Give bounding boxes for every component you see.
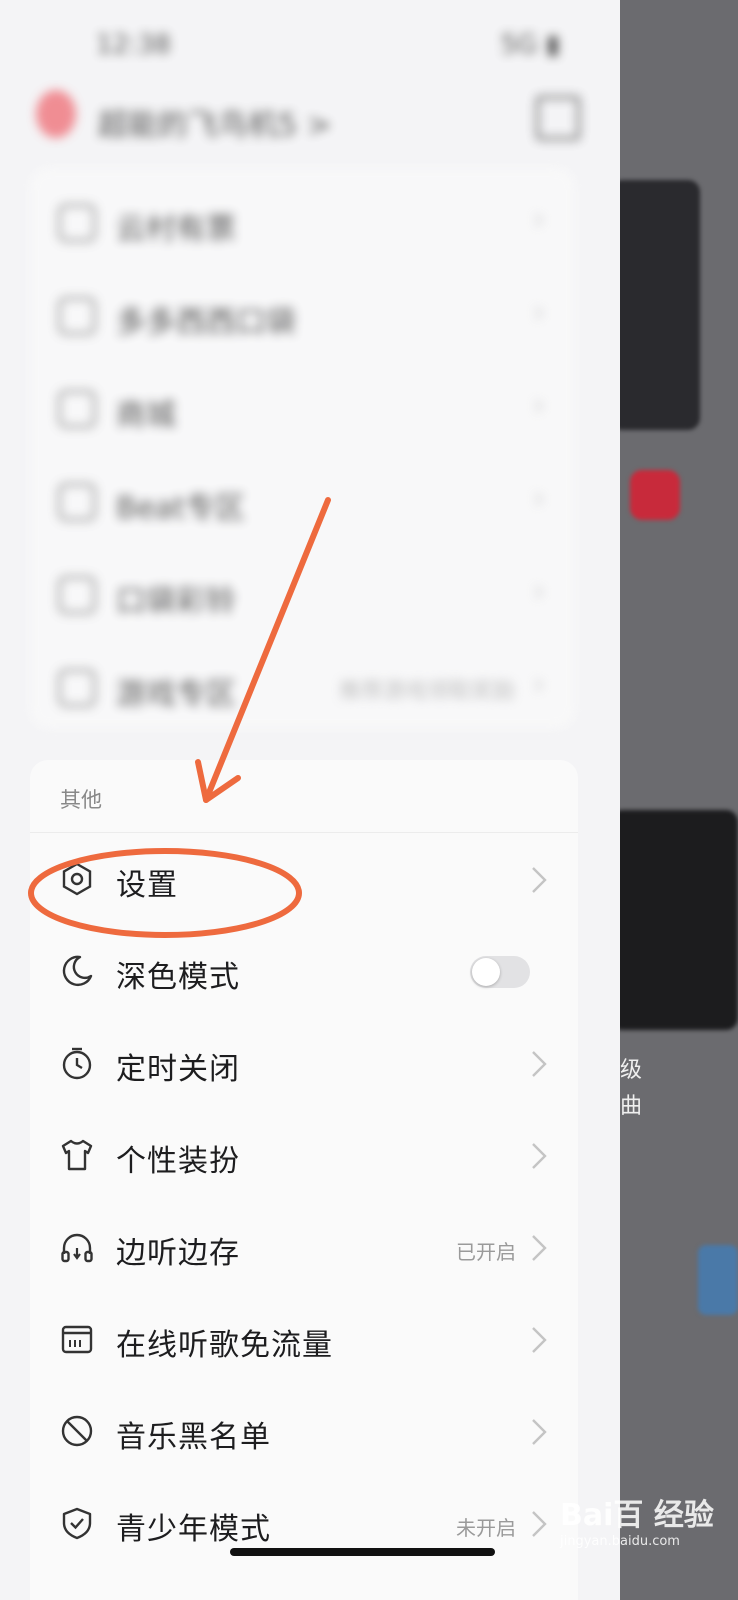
menu-item-label: 定时关闭 xyxy=(116,1052,240,1087)
service-label: 游戏专区 xyxy=(116,677,236,712)
menu-item-music-blacklist[interactable]: 音乐黑名单 xyxy=(30,1386,578,1478)
menu-item-status: 已开启 xyxy=(456,1240,516,1264)
service-label: Beat专区 xyxy=(116,491,246,526)
service-item[interactable]: 云村有票 › xyxy=(30,190,545,250)
data-card-icon xyxy=(61,1325,93,1354)
other-card: 其他 设置 深色模式 定时关闭 个性装扮 边听边存 已开启 在线听歌免流量 音乐… xyxy=(30,760,578,1600)
side-drawer: 12:38 5G ▮ 超能的飞鸟机5 > 云村有票 › 多多西西口袋 › 商城 › Beat… xyxy=(0,0,620,1600)
background-blue-tile xyxy=(698,1245,738,1315)
service-label: 口袋彩铃 xyxy=(116,584,236,619)
background-red-tile xyxy=(630,470,680,520)
status-indicators: 5G ▮ xyxy=(500,30,560,60)
menu-item-settings[interactable]: 设置 xyxy=(30,834,578,926)
status-time: 12:38 xyxy=(96,30,171,60)
chevron-right-icon: › xyxy=(533,202,545,237)
menu-item-teen-mode[interactable]: 青少年模式 未开启 xyxy=(30,1478,578,1570)
menu-item-cache-while-listening[interactable]: 边听边存 已开启 xyxy=(30,1202,578,1294)
chevron-right-icon xyxy=(532,1143,547,1169)
watermark-url: jingyan.baidu.com xyxy=(560,1534,680,1549)
service-item[interactable]: 游戏专区 推荐游戏领取奖励 › xyxy=(30,655,545,715)
menu-item-dark-mode[interactable]: 深色模式 xyxy=(30,926,578,1018)
watermark-brand: Bai百 经验 xyxy=(560,1498,714,1533)
menu-item-free-data[interactable]: 在线听歌免流量 xyxy=(30,1294,578,1386)
tshirt-icon xyxy=(61,1139,93,1171)
toggle-knob xyxy=(472,958,500,986)
timer-icon xyxy=(62,1047,92,1080)
service-icon xyxy=(58,390,96,428)
services-card xyxy=(30,168,575,728)
settings-hexagon-icon xyxy=(62,862,92,896)
chevron-right-icon: › xyxy=(533,481,545,516)
service-item[interactable]: 口袋彩铃 › xyxy=(30,562,545,622)
shield-check-icon xyxy=(62,1507,92,1540)
background-video-card-2 xyxy=(620,810,738,1030)
menu-item-status: 未开启 xyxy=(456,1516,516,1540)
chevron-right-icon xyxy=(532,1051,547,1077)
service-item[interactable]: 商城 › xyxy=(30,376,545,436)
menu-item-label: 音乐黑名单 xyxy=(116,1420,271,1455)
service-item[interactable]: Beat专区 › xyxy=(30,469,545,529)
menu-item-label: 个性装扮 xyxy=(116,1144,240,1179)
background-text-2: 曲 xyxy=(620,1094,643,1119)
menu-item-label: 设置 xyxy=(116,868,178,903)
block-icon xyxy=(61,1415,93,1447)
scan-icon[interactable] xyxy=(536,96,580,140)
headphones-icon xyxy=(61,1233,93,1263)
service-item[interactable]: 多多西西口袋 › xyxy=(30,283,545,343)
service-label: 云村有票 xyxy=(116,212,236,247)
service-hint: 推荐游戏领取奖励 xyxy=(338,679,515,704)
chevron-right-icon xyxy=(532,1327,547,1353)
username[interactable]: 超能的飞鸟机5 > xyxy=(98,100,332,144)
background-video-card xyxy=(620,180,700,430)
service-icon xyxy=(58,576,96,614)
menu-item-label: 深色模式 xyxy=(116,960,240,995)
section-divider xyxy=(30,832,578,833)
service-label: 商城 xyxy=(116,398,176,433)
chevron-right-icon: › xyxy=(533,295,545,330)
baidu-watermark: Bai百 经验 jingyan.baidu.com xyxy=(560,1490,714,1549)
chevron-right-icon: › xyxy=(533,574,545,609)
service-label: 多多西西口袋 xyxy=(116,305,296,340)
status-bar: 12:38 5G ▮ xyxy=(96,24,560,64)
service-icon xyxy=(58,297,96,335)
service-icon xyxy=(58,669,96,707)
menu-item-label: 边听边存 xyxy=(116,1236,240,1271)
chevron-right-icon xyxy=(532,1511,547,1537)
menu-item-label: 青少年模式 xyxy=(116,1512,271,1547)
chevron-right-icon xyxy=(532,1419,547,1445)
chevron-right-icon xyxy=(532,867,547,893)
profile-header[interactable]: 超能的飞鸟机5 > xyxy=(36,90,590,150)
avatar[interactable] xyxy=(36,90,76,138)
moon-icon xyxy=(62,955,93,987)
chevron-right-icon: › xyxy=(533,388,545,423)
home-indicator[interactable] xyxy=(230,1548,495,1556)
background-main-screen[interactable]: 级 曲 xyxy=(620,0,738,1600)
section-title-other: 其他 xyxy=(60,788,102,812)
background-text-1: 级 xyxy=(620,1058,643,1083)
service-icon xyxy=(58,483,96,521)
chevron-right-icon xyxy=(532,1235,547,1261)
chevron-right-icon: › xyxy=(533,667,545,702)
menu-item-label: 在线听歌免流量 xyxy=(116,1328,333,1363)
menu-item-sleep-timer[interactable]: 定时关闭 xyxy=(30,1018,578,1110)
service-icon xyxy=(58,204,96,242)
dark-mode-toggle[interactable] xyxy=(470,956,530,988)
menu-item-themes[interactable]: 个性装扮 xyxy=(30,1110,578,1202)
